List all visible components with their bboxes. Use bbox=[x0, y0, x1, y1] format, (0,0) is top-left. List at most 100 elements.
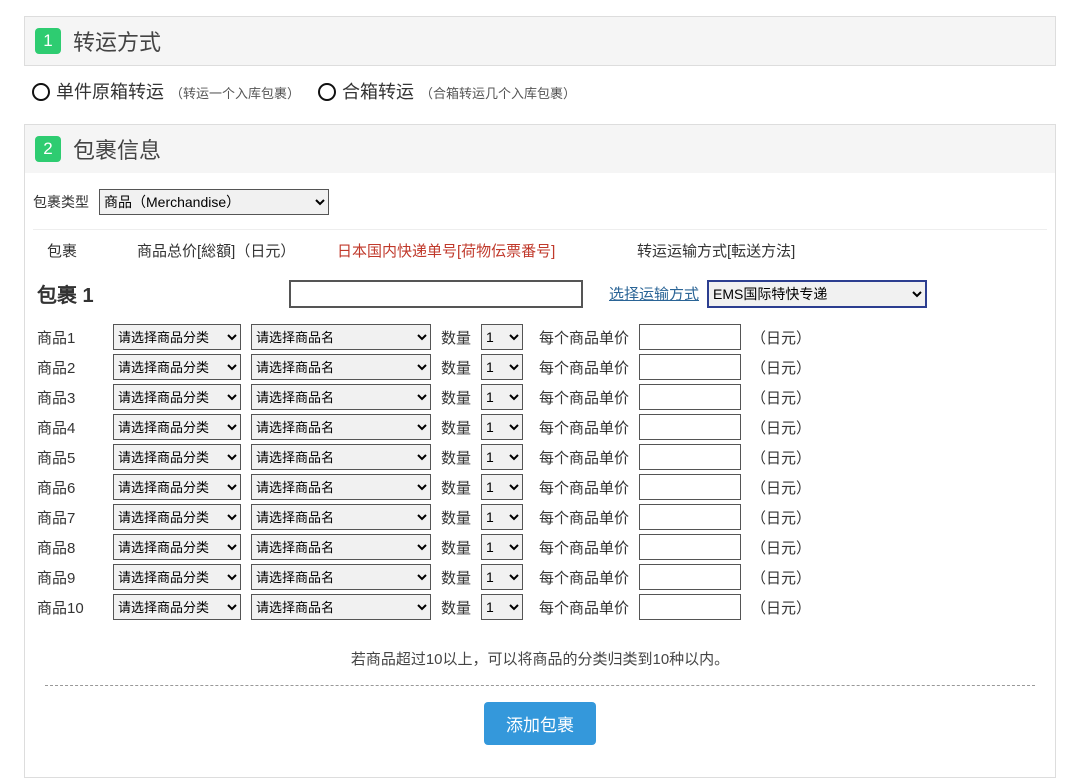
items-limit-note: 若商品超过10以上，可以将商品的分类归类到10种以内。 bbox=[35, 622, 1045, 679]
price-label: 每个商品单价 bbox=[539, 387, 629, 408]
item-category-select[interactable]: 请选择商品分类 bbox=[113, 324, 241, 350]
yen-label: （日元） bbox=[751, 507, 811, 528]
item-row: 商品8请选择商品分类请选择商品名数量1每个商品单价（日元） bbox=[35, 532, 1045, 562]
item-label: 商品6 bbox=[37, 477, 103, 498]
add-package-button[interactable]: 添加包裹 bbox=[484, 702, 596, 745]
item-price-input[interactable] bbox=[639, 534, 741, 560]
radio-combine-box[interactable]: 合箱转运 （合箱转运几个入库包裹） bbox=[318, 78, 576, 104]
item-name-select[interactable]: 请选择商品名 bbox=[251, 354, 431, 380]
item-qty-select[interactable]: 1 bbox=[481, 354, 523, 380]
item-price-input[interactable] bbox=[639, 594, 741, 620]
col-tracking: 日本国内快递单号[荷物伝票番号] bbox=[337, 240, 637, 261]
item-price-input[interactable] bbox=[639, 474, 741, 500]
item-category-select[interactable]: 请选择商品分类 bbox=[113, 444, 241, 470]
price-label: 每个商品单价 bbox=[539, 357, 629, 378]
item-label: 商品9 bbox=[37, 567, 103, 588]
item-row: 商品3 请选择商品分类请选择商品名数量 1 每个商品单价 （日元） bbox=[35, 382, 1045, 412]
item-qty-select[interactable]: 1 bbox=[481, 474, 523, 500]
price-label: 每个商品单价 bbox=[539, 537, 629, 558]
item-row: 商品6请选择商品分类请选择商品名数量1每个商品单价（日元） bbox=[35, 472, 1045, 502]
item-qty-select[interactable]: 1 bbox=[481, 594, 523, 620]
step-badge-2: 2 bbox=[35, 136, 61, 162]
item-name-select[interactable]: 请选择商品名 bbox=[251, 414, 431, 440]
package-type-select[interactable]: 商品（Merchandise） bbox=[99, 189, 329, 215]
item-price-input[interactable] bbox=[639, 324, 741, 350]
col-total-price: 商品总价[総額]（日元） bbox=[137, 240, 337, 261]
item-category-select[interactable]: 请选择商品分类 bbox=[113, 594, 241, 620]
item-name-select[interactable]: 请选择商品名 bbox=[251, 594, 431, 620]
qty-label: 数量 bbox=[441, 477, 471, 498]
item-row: 商品10 请选择商品分类请选择商品名数量 1 每个商品单价 （日元） bbox=[35, 592, 1045, 622]
price-label: 每个商品单价 bbox=[539, 567, 629, 588]
item-category-select[interactable]: 请选择商品分类 bbox=[113, 354, 241, 380]
item-qty-select[interactable]: 1 bbox=[481, 324, 523, 350]
item-price-input[interactable] bbox=[639, 564, 741, 590]
item-name-select[interactable]: 请选择商品名 bbox=[251, 504, 431, 530]
qty-label: 数量 bbox=[441, 507, 471, 528]
item-category-select[interactable]: 请选择商品分类 bbox=[113, 384, 241, 410]
yen-label: （日元） bbox=[751, 537, 811, 558]
item-category-select[interactable]: 请选择商品分类 bbox=[113, 474, 241, 500]
choose-ship-method-link[interactable]: 选择运输方式 bbox=[609, 283, 699, 304]
yen-label: （日元） bbox=[751, 597, 811, 618]
price-label: 每个商品单价 bbox=[539, 477, 629, 498]
item-price-input[interactable] bbox=[639, 414, 741, 440]
qty-label: 数量 bbox=[441, 357, 471, 378]
section-shipping-method: 1 转运方式 bbox=[24, 16, 1056, 66]
item-name-select[interactable]: 请选择商品名 bbox=[251, 474, 431, 500]
item-name-select[interactable]: 请选择商品名 bbox=[251, 384, 431, 410]
radio-label: 单件原箱转运 bbox=[56, 78, 164, 104]
shipping-method-options: 单件原箱转运 （转运一个入库包裹） 合箱转运 （合箱转运几个入库包裹） bbox=[24, 66, 1056, 108]
item-qty-select[interactable]: 1 bbox=[481, 384, 523, 410]
tracking-number-input[interactable] bbox=[289, 280, 583, 308]
item-label: 商品3 bbox=[37, 387, 103, 408]
item-name-select[interactable]: 请选择商品名 bbox=[251, 564, 431, 590]
col-ship-method: 转运运输方式[転送方法] bbox=[637, 240, 997, 261]
item-label: 商品2 bbox=[37, 357, 103, 378]
item-label: 商品7 bbox=[37, 507, 103, 528]
item-row: 商品1请选择商品分类请选择商品名数量1每个商品单价（日元） bbox=[35, 322, 1045, 352]
dashed-separator bbox=[45, 685, 1035, 686]
item-price-input[interactable] bbox=[639, 444, 741, 470]
yen-label: （日元） bbox=[751, 387, 811, 408]
item-label: 商品4 bbox=[37, 417, 103, 438]
item-name-select[interactable]: 请选择商品名 bbox=[251, 324, 431, 350]
item-category-select[interactable]: 请选择商品分类 bbox=[113, 564, 241, 590]
item-qty-select[interactable]: 1 bbox=[481, 564, 523, 590]
item-label: 商品1 bbox=[37, 327, 103, 348]
qty-label: 数量 bbox=[441, 447, 471, 468]
yen-label: （日元） bbox=[751, 447, 811, 468]
radio-single-box[interactable]: 单件原箱转运 （转运一个入库包裹） bbox=[32, 78, 300, 104]
item-row: 商品9 请选择商品分类请选择商品名数量 1 每个商品单价 （日元） bbox=[35, 562, 1045, 592]
item-qty-select[interactable]: 1 bbox=[481, 444, 523, 470]
qty-label: 数量 bbox=[441, 387, 471, 408]
qty-label: 数量 bbox=[441, 597, 471, 618]
qty-label: 数量 bbox=[441, 567, 471, 588]
item-category-select[interactable]: 请选择商品分类 bbox=[113, 534, 241, 560]
item-label: 商品10 bbox=[37, 597, 103, 618]
section2-title: 包裹信息 bbox=[73, 133, 161, 165]
item-qty-select[interactable]: 1 bbox=[481, 534, 523, 560]
ship-method-select[interactable]: EMS国际特快专递 bbox=[707, 280, 927, 308]
item-name-select[interactable]: 请选择商品名 bbox=[251, 444, 431, 470]
package-type-label: 包裹类型 bbox=[33, 192, 89, 212]
item-row: 商品2 请选择商品分类请选择商品名数量 1 每个商品单价 （日元） bbox=[35, 352, 1045, 382]
item-row: 商品7 请选择商品分类请选择商品名数量 1 每个商品单价 （日元） bbox=[35, 502, 1045, 532]
price-label: 每个商品单价 bbox=[539, 597, 629, 618]
item-label: 商品5 bbox=[37, 447, 103, 468]
item-name-select[interactable]: 请选择商品名 bbox=[251, 534, 431, 560]
item-qty-select[interactable]: 1 bbox=[481, 414, 523, 440]
radio-desc: （合箱转运几个入库包裹） bbox=[420, 83, 576, 102]
item-category-select[interactable]: 请选择商品分类 bbox=[113, 414, 241, 440]
qty-label: 数量 bbox=[441, 417, 471, 438]
price-label: 每个商品单价 bbox=[539, 507, 629, 528]
item-qty-select[interactable]: 1 bbox=[481, 504, 523, 530]
section1-title: 转运方式 bbox=[73, 25, 161, 57]
item-price-input[interactable] bbox=[639, 354, 741, 380]
radio-icon bbox=[32, 83, 50, 101]
yen-label: （日元） bbox=[751, 567, 811, 588]
item-price-input[interactable] bbox=[639, 384, 741, 410]
item-category-select[interactable]: 请选择商品分类 bbox=[113, 504, 241, 530]
yen-label: （日元） bbox=[751, 357, 811, 378]
item-price-input[interactable] bbox=[639, 504, 741, 530]
